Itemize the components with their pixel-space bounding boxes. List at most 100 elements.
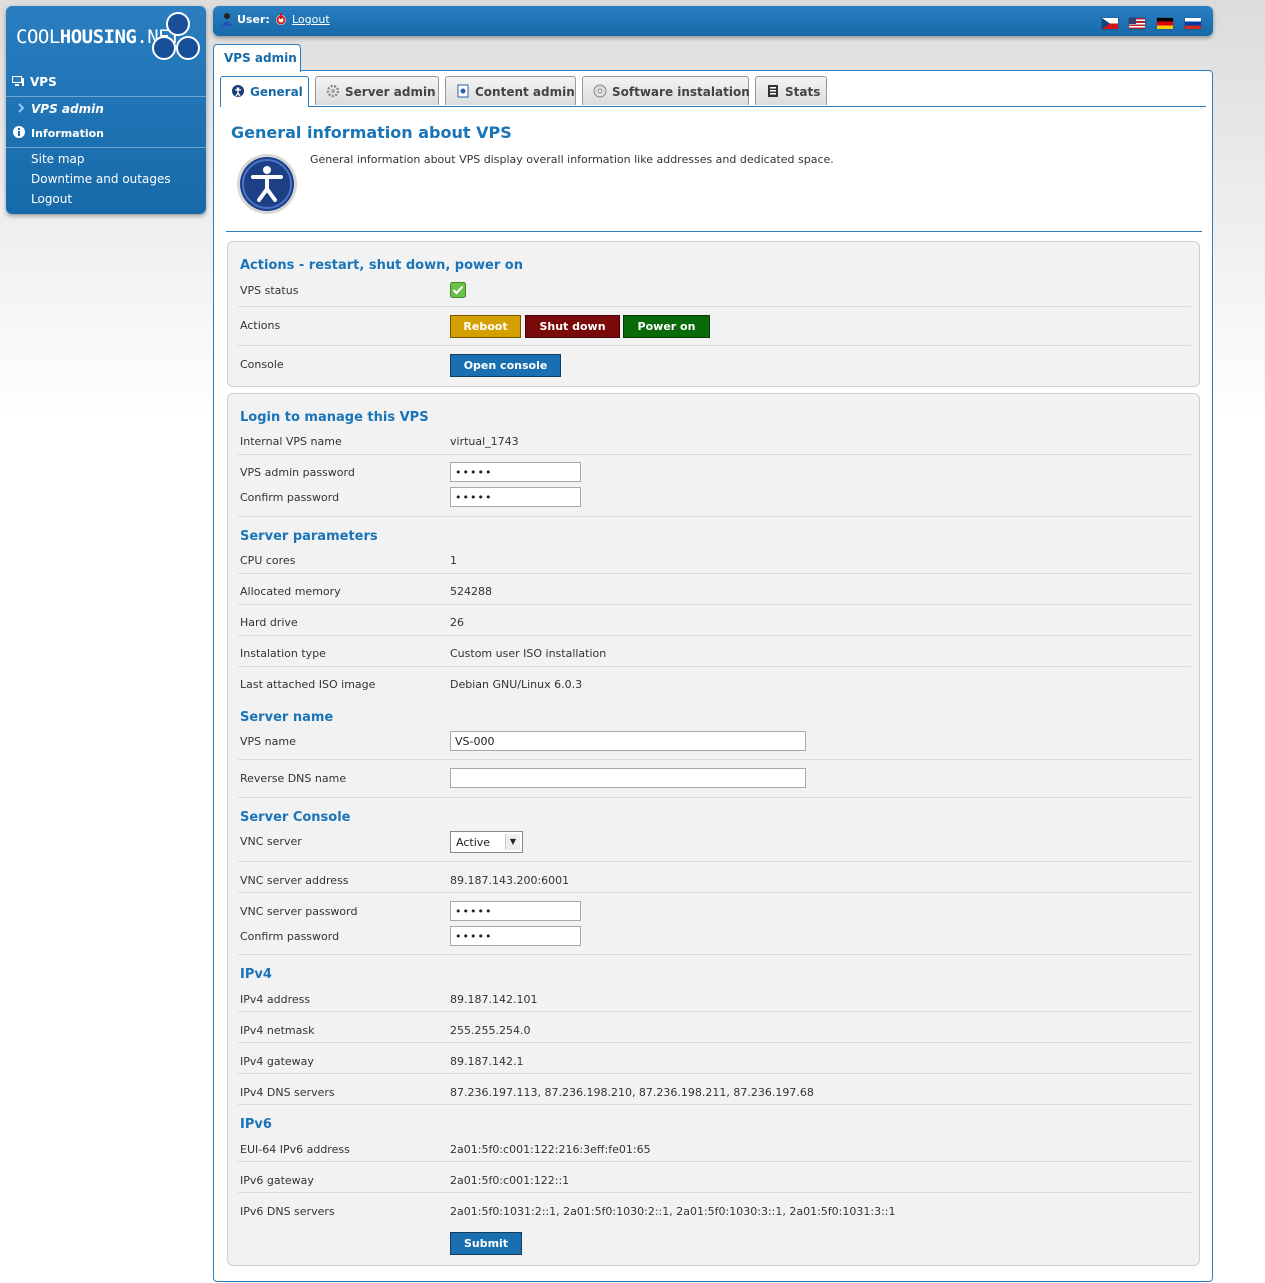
sidebar-link-site-map[interactable]: Site map: [6, 152, 206, 166]
user-icon: [222, 13, 232, 26]
console-label: Console: [240, 358, 284, 371]
reboot-button[interactable]: Reboot: [450, 315, 521, 338]
logo-text-bold: HOUSING: [59, 26, 137, 48]
reverse-dns-label: Reverse DNS name: [240, 772, 347, 785]
vps-settings-section: Login to manage this VPS Internal VPS na…: [227, 393, 1200, 1266]
vnc-password-confirm-label: Confirm password: [240, 930, 340, 943]
sidebar-divider: [6, 147, 206, 148]
vnc-address-label: VNC server address: [240, 874, 349, 887]
actions-heading: Actions - restart, shut down, power on: [240, 258, 523, 273]
tab-server-admin[interactable]: Server admin: [315, 76, 439, 105]
row-divider: [238, 1011, 1191, 1012]
sidebar-item-vps[interactable]: VPS: [6, 74, 206, 89]
row-divider: [238, 573, 1191, 574]
title-divider: [226, 231, 1202, 232]
row-divider: [238, 1161, 1191, 1162]
sidebar-link-logout[interactable]: Logout: [6, 192, 206, 206]
ipv4-value: 89.187.142.1: [450, 1055, 524, 1068]
sidebar-link-downtime[interactable]: Downtime and outages: [6, 172, 206, 186]
info-icon: [13, 126, 25, 138]
server-parameters-heading: Server parameters: [240, 529, 378, 544]
row-divider: [238, 861, 1191, 862]
ipv4-label: IPv4 gateway: [240, 1055, 314, 1068]
flag-us-icon[interactable]: [1129, 18, 1146, 29]
flag-cz-icon[interactable]: [1101, 18, 1118, 29]
ipv4-label: IPv4 DNS servers: [240, 1086, 335, 1099]
flag-ru-icon[interactable]: [1185, 18, 1201, 29]
ipv4-value: 255.255.254.0: [450, 1024, 531, 1037]
ipv4-label: IPv4 address: [240, 993, 311, 1006]
tab-general[interactable]: General: [220, 76, 309, 107]
logo-circles-icon: [152, 12, 202, 64]
vps-name-label: VPS name: [240, 735, 296, 748]
gear-icon: [326, 84, 340, 98]
reverse-dns-input[interactable]: [450, 768, 806, 788]
ipv4-label: IPv4 netmask: [240, 1024, 315, 1037]
param-label: CPU cores: [240, 554, 296, 567]
login-heading: Login to manage this VPS: [240, 410, 429, 425]
internal-name-label: Internal VPS name: [240, 435, 342, 448]
sidebar-item-label: VPS: [30, 75, 57, 89]
admin-password-input[interactable]: [450, 462, 581, 482]
logout-link[interactable]: Logout: [292, 13, 330, 26]
vnc-server-select[interactable]: Active ▼: [450, 831, 523, 853]
param-label: Hard drive: [240, 616, 298, 629]
param-value: 524288: [450, 585, 492, 598]
ipv4-heading: IPv4: [240, 967, 272, 982]
sidebar-item-label: VPS admin: [31, 102, 104, 116]
sidebar-item-information[interactable]: Information: [6, 125, 206, 140]
row-divider: [238, 345, 1191, 346]
sidebar-link-label: Logout: [31, 192, 73, 206]
tab-bar: General Server admin Content admin Softw…: [220, 76, 1206, 107]
row-divider: [238, 797, 1191, 798]
outer-tab-vps-admin[interactable]: VPS admin: [213, 44, 301, 72]
stats-icon: [768, 85, 778, 97]
vnc-address-value: 89.187.143.200:6001: [450, 874, 570, 887]
sidebar-divider: [6, 96, 206, 97]
chevron-right-icon: [18, 103, 25, 113]
sidebar: COOLHOUSING.NET VPS VPS admin Informatio…: [6, 6, 206, 214]
row-divider: [238, 454, 1191, 455]
ipv6-label: IPv6 gateway: [240, 1174, 314, 1187]
admin-password-confirm-label: Confirm password: [240, 491, 340, 504]
vnc-password-input[interactable]: [450, 901, 581, 921]
open-console-button[interactable]: Open console: [450, 354, 561, 377]
row-divider: [238, 1104, 1191, 1105]
vnc-password-label: VNC server password: [240, 905, 358, 918]
admin-password-label: VPS admin password: [240, 466, 355, 479]
tab-software-instalation[interactable]: Software instalation: [582, 76, 750, 105]
actions-section: Actions - restart, shut down, power on V…: [227, 241, 1200, 387]
top-bar: User: Logout: [213, 6, 1213, 36]
shut-down-button[interactable]: Shut down: [525, 315, 620, 338]
vnc-server-selected-value: Active: [456, 836, 491, 849]
submit-button[interactable]: Submit: [450, 1232, 522, 1255]
info-icon: [232, 85, 244, 97]
power-on-button[interactable]: Power on: [623, 315, 710, 338]
page-description: General information about VPS display ov…: [310, 153, 834, 166]
sidebar-item-vps-admin[interactable]: VPS admin: [6, 101, 206, 116]
ipv6-label: EUI-64 IPv6 address: [240, 1143, 350, 1156]
flag-de-icon[interactable]: [1157, 18, 1174, 29]
server-name-heading: Server name: [240, 710, 334, 725]
row-divider: [238, 954, 1191, 955]
row-divider: [238, 604, 1191, 605]
sidebar-link-label: Site map: [31, 152, 85, 166]
row-divider: [238, 892, 1191, 893]
tab-content-admin[interactable]: Content admin: [445, 76, 576, 105]
vnc-password-confirm-input[interactable]: [450, 926, 581, 946]
param-label: Allocated memory: [240, 585, 341, 598]
vps-status-label: VPS status: [240, 284, 299, 297]
row-divider: [238, 306, 1191, 307]
user-label: User:: [237, 13, 270, 26]
ipv4-value: 89.187.142.101: [450, 993, 538, 1006]
vps-name-input[interactable]: [450, 731, 806, 751]
param-value: 1: [450, 554, 457, 567]
logo-text-light: COOL: [16, 26, 60, 48]
tab-stats[interactable]: Stats: [755, 76, 827, 105]
row-divider: [238, 666, 1191, 667]
logout-power-icon[interactable]: [275, 12, 287, 26]
sidebar-item-label: Information: [31, 127, 104, 140]
row-divider: [238, 759, 1191, 760]
admin-password-confirm-input[interactable]: [450, 487, 581, 507]
tab-label: Content admin: [475, 85, 575, 99]
